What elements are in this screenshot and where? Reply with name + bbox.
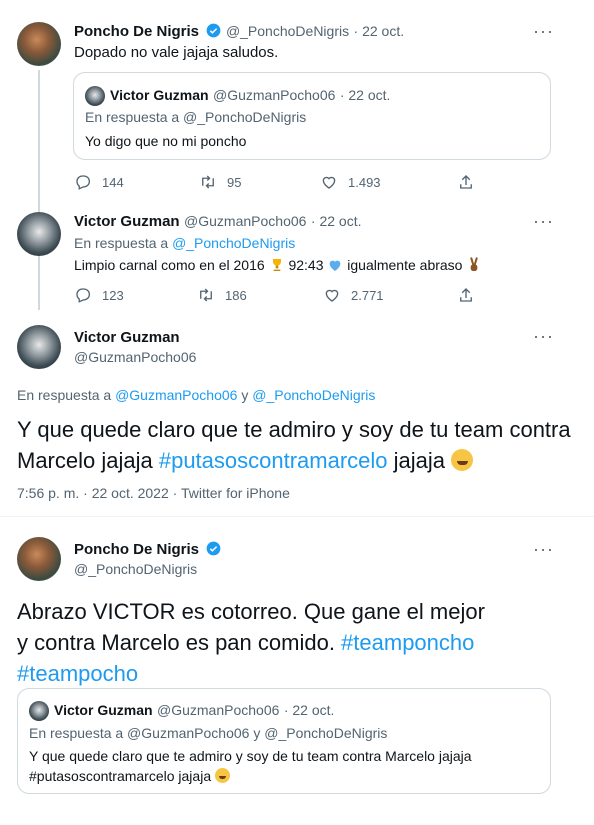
quote-text: #putasoscontramarcelo jajaja xyxy=(29,768,230,784)
heart-icon xyxy=(325,289,339,302)
reply-context: En respuesta a @_PonchoDeNigris xyxy=(85,109,307,125)
trophy-icon xyxy=(272,259,281,271)
author-name: Victor Guzman xyxy=(110,87,209,103)
more-options-icon[interactable]: ··· xyxy=(533,327,554,345)
mention-link[interactable]: @_PonchoDeNigris xyxy=(172,235,295,251)
like-button[interactable]: 1.493 xyxy=(320,173,381,191)
like-button[interactable]: 2.771 xyxy=(323,286,384,304)
tweet-text-part: 92:43 xyxy=(288,257,328,273)
reply-context: En respuesta a @GuzmanPocho06 y @_Poncho… xyxy=(17,387,375,403)
avatar[interactable] xyxy=(17,212,61,256)
tweet-text: Abrazo VICTOR es cotorreo. Que gane el m… xyxy=(17,596,487,689)
author-handle: @GuzmanPocho06 xyxy=(157,702,280,718)
reply-icon xyxy=(76,175,91,190)
author-name[interactable]: Poncho De Nigris xyxy=(74,23,199,40)
laughing-emoji-icon xyxy=(215,768,230,783)
author-name: Victor Guzman xyxy=(54,702,153,718)
hashtag-link[interactable]: #putasoscontramarcelo xyxy=(159,448,388,473)
quoted-tweet[interactable]: Victor Guzman @GuzmanPocho06 · 22 oct. E… xyxy=(17,688,551,794)
tweet-text-part: jajaja xyxy=(387,448,452,473)
tweet-date[interactable]: · 22 oct. xyxy=(311,213,362,229)
tweet-text: Limpio carnal como en el 2016 92:43 igua… xyxy=(74,257,482,273)
quoted-tweet[interactable]: Victor Guzman @GuzmanPocho06 · 22 oct. E… xyxy=(73,72,551,160)
tweet-text-part: igualmente abraso xyxy=(347,257,467,273)
share-button[interactable] xyxy=(457,286,475,304)
mention-link[interactable]: @_PonchoDeNigris xyxy=(252,387,375,403)
author-handle[interactable]: @GuzmanPocho06 xyxy=(74,349,196,365)
tweet-timestamp[interactable]: 7:56 p. m. · 22 oct. 2022 · Twitter for … xyxy=(17,485,290,501)
author-name[interactable]: Poncho De Nigris xyxy=(74,541,199,558)
victory-hand-icon xyxy=(470,257,479,271)
verified-badge-icon xyxy=(207,23,221,38)
tweet-text: Dopado no vale jajaja saludos. xyxy=(74,44,279,61)
quote-text: Y que quede claro que te admiro y soy de… xyxy=(29,748,472,764)
author-name[interactable]: Victor Guzman xyxy=(74,213,180,230)
reply-prefix: En respuesta a xyxy=(74,235,173,251)
thread-line xyxy=(38,70,40,310)
share-button[interactable] xyxy=(457,173,475,191)
reply-icon xyxy=(76,288,91,303)
retweet-icon xyxy=(202,175,214,189)
more-options-icon[interactable]: ··· xyxy=(533,540,554,558)
tweet-text-part: Limpio carnal como en el 2016 xyxy=(74,257,269,273)
like-count: 2.771 xyxy=(351,287,384,303)
hashtag-link[interactable]: #teamponcho xyxy=(341,630,474,655)
reply-count: 144 xyxy=(102,174,124,190)
retweet-count: 95 xyxy=(227,174,242,190)
like-count: 1.493 xyxy=(348,174,381,190)
avatar xyxy=(29,701,49,721)
retweet-count: 186 xyxy=(225,287,247,303)
author-handle[interactable]: @_PonchoDeNigris xyxy=(74,561,197,577)
avatar xyxy=(85,86,105,106)
reply-button[interactable]: 123 xyxy=(74,286,124,304)
heart-icon xyxy=(322,176,336,189)
reply-join: y xyxy=(237,387,253,403)
share-icon xyxy=(460,175,472,189)
quote-text-part: #putasoscontramarcelo jajaja xyxy=(29,768,215,784)
retweet-icon xyxy=(200,288,212,302)
verified-badge-icon xyxy=(207,541,221,556)
reply-count: 123 xyxy=(102,287,124,303)
retweet-button[interactable]: 186 xyxy=(197,286,247,304)
hashtag-link[interactable]: #teampocho xyxy=(17,661,138,686)
mention-link[interactable]: @GuzmanPocho06 xyxy=(115,387,237,403)
author-handle: @GuzmanPocho06 xyxy=(213,87,336,103)
laughing-emoji-icon xyxy=(451,449,474,471)
share-icon xyxy=(460,288,472,302)
more-options-icon[interactable]: ··· xyxy=(533,212,554,230)
reply-context: En respuesta a @_PonchoDeNigris xyxy=(74,235,295,251)
tweet-date: · 22 oct. xyxy=(283,702,335,718)
tweet-text: Y que quede claro que te admiro y soy de… xyxy=(17,414,587,476)
tweet-date[interactable]: · 22 oct. xyxy=(354,23,405,39)
reply-context: En respuesta a @GuzmanPocho06 y @_Poncho… xyxy=(29,725,388,741)
author-handle[interactable]: @_PonchoDeNigris xyxy=(226,23,349,39)
author-handle[interactable]: @GuzmanPocho06 xyxy=(184,213,306,229)
tweet-date: · 22 oct. xyxy=(339,87,391,103)
divider xyxy=(0,516,594,517)
retweet-button[interactable]: 95 xyxy=(199,173,241,191)
reply-button[interactable]: 144 xyxy=(74,173,124,191)
avatar[interactable] xyxy=(17,537,61,581)
reply-prefix: En respuesta a xyxy=(17,387,116,403)
quote-text: Yo digo que no mi poncho xyxy=(85,133,247,149)
more-options-icon[interactable]: ··· xyxy=(533,22,554,40)
avatar[interactable] xyxy=(17,325,61,369)
blue-heart-icon xyxy=(330,260,341,271)
avatar[interactable] xyxy=(17,22,61,66)
author-name[interactable]: Victor Guzman xyxy=(74,329,180,346)
